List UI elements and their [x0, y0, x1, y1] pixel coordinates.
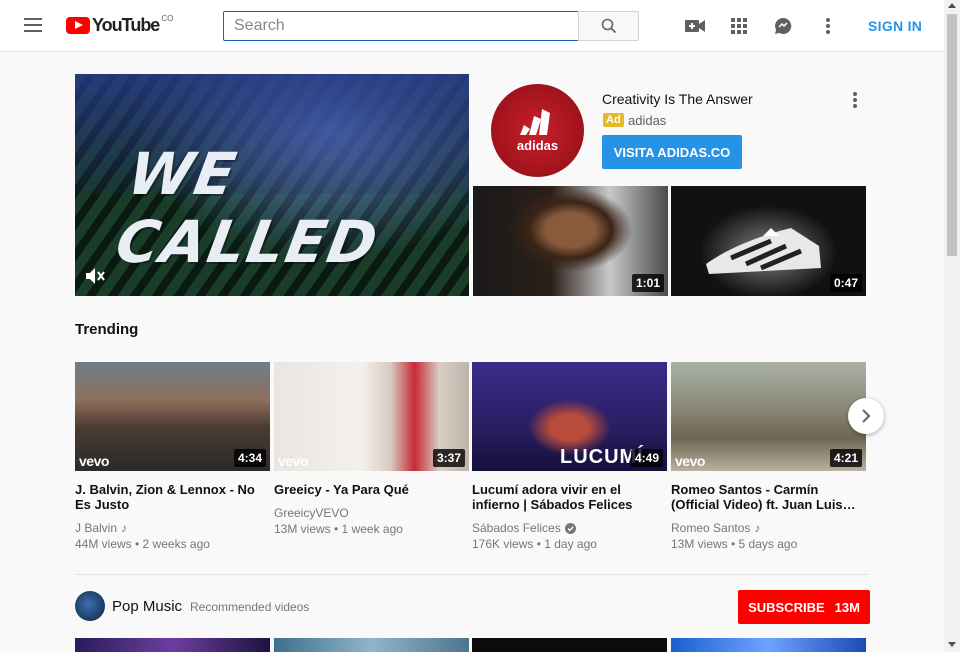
mute-icon[interactable]	[85, 267, 105, 285]
ad-advertiser-name[interactable]: adidas	[628, 113, 666, 128]
adidas-logo-icon	[519, 108, 550, 135]
video-duration: 4:49	[630, 449, 663, 467]
search-input[interactable]	[223, 11, 579, 41]
search-button[interactable]	[578, 11, 639, 41]
channel-name[interactable]: J Balvin ♪	[75, 521, 270, 535]
video-duration: 0:47	[829, 274, 862, 292]
ad-cta-button[interactable]: VISITA ADIDAS.CO	[602, 135, 742, 169]
shelf-title[interactable]: Pop Music	[112, 598, 182, 615]
ad-thumbnail-1[interactable]: 1:01	[473, 186, 668, 296]
ad-more-icon[interactable]	[852, 92, 858, 108]
channel-name[interactable]: Romeo Santos ♪	[671, 521, 866, 535]
video-thumbnail[interactable]	[274, 638, 469, 652]
vevo-logo: vevo	[278, 453, 308, 469]
menu-icon[interactable]	[24, 18, 42, 32]
video-title[interactable]: J. Balvin, Zion & Lennox - No Es Justo	[75, 482, 270, 512]
logo-country-code: CO	[161, 14, 174, 23]
video-card[interactable]: LUCUMÍ 4:49 Lucumí adora vivir en el inf…	[472, 362, 667, 551]
music-note-icon: ♪	[121, 521, 128, 535]
logo-text: YouTube	[92, 15, 160, 35]
youtube-play-icon	[66, 17, 90, 34]
vevo-logo: vevo	[675, 453, 705, 469]
subscribe-button[interactable]: SUBSCRIBE 13M	[738, 590, 870, 624]
scroll-down-arrow[interactable]	[948, 642, 956, 647]
advertiser-logo[interactable]: adidas	[491, 84, 584, 177]
hero-video-text: WE CALLED	[111, 140, 385, 276]
video-meta: 13M views • 1 week ago	[274, 522, 403, 536]
channel-name-text: GreeicyVEVO	[274, 506, 349, 520]
shelf-subtitle: Recommended videos	[190, 600, 310, 614]
video-meta: 13M views • 5 days ago	[671, 537, 798, 551]
video-title[interactable]: Greeicy - Ya Para Qué	[274, 482, 469, 497]
video-thumbnail[interactable]: vevo 4:21	[671, 362, 866, 471]
video-title[interactable]: Lucumí adora vivir en el infierno | Sába…	[472, 482, 667, 512]
scroll-up-arrow[interactable]	[948, 3, 956, 8]
video-meta: 176K views • 1 day ago	[472, 537, 597, 551]
video-duration: 4:21	[829, 449, 862, 467]
scroll-thumb[interactable]	[947, 14, 957, 256]
video-card[interactable]: vevo 4:21 Romeo Santos - Carmín (Officia…	[671, 362, 866, 551]
messages-icon[interactable]	[772, 15, 794, 37]
channel-name[interactable]: Sábados Felices	[472, 521, 667, 535]
video-thumbnail[interactable]: vevo 3:37	[274, 362, 469, 471]
channel-name-text: Sábados Felices	[472, 521, 561, 535]
shelf-next-button[interactable]	[848, 398, 884, 434]
video-thumbnail[interactable]	[75, 638, 270, 652]
channel-avatar[interactable]	[75, 591, 105, 621]
scrollbar[interactable]	[944, 0, 960, 652]
ad-badge: Ad	[603, 113, 624, 127]
apps-icon[interactable]	[728, 15, 750, 37]
video-card[interactable]: vevo 4:34 J. Balvin, Zion & Lennox - No …	[75, 362, 270, 551]
youtube-logo[interactable]: YouTube CO	[66, 14, 174, 36]
channel-name-text: J Balvin	[75, 521, 118, 535]
search-icon	[601, 18, 616, 34]
upload-video-icon[interactable]	[684, 15, 706, 37]
video-duration: 1:01	[631, 274, 664, 292]
video-duration: 3:37	[432, 449, 465, 467]
verified-icon	[564, 522, 576, 534]
more-icon[interactable]	[817, 15, 839, 37]
subscriber-count: 13M	[834, 599, 860, 615]
adidas-logo-text: adidas	[516, 137, 559, 153]
music-note-icon: ♪	[754, 521, 761, 535]
video-card[interactable]: vevo 3:37 Greeicy - Ya Para Qué GreeicyV…	[274, 362, 469, 536]
ad-video-player[interactable]: WE CALLED	[75, 74, 469, 296]
ad-title[interactable]: Creativity Is The Answer	[602, 91, 753, 107]
vevo-logo: vevo	[79, 453, 109, 469]
channel-name[interactable]: GreeicyVEVO	[274, 506, 469, 520]
video-meta: 44M views • 2 weeks ago	[75, 537, 210, 551]
video-thumbnail[interactable]: LUCUMÍ 4:49	[472, 362, 667, 471]
trending-title[interactable]: Trending	[75, 321, 138, 338]
channel-name-text: Romeo Santos	[671, 521, 751, 535]
masthead: YouTube CO SIGN IN	[0, 0, 944, 52]
sign-in-button[interactable]: SIGN IN	[868, 18, 922, 34]
video-thumbnail[interactable]: vevo 4:34	[75, 362, 270, 471]
video-thumbnail[interactable]	[472, 638, 667, 652]
subscribe-label: SUBSCRIBE	[748, 599, 825, 615]
video-duration: 4:34	[233, 449, 266, 467]
video-thumbnail[interactable]	[671, 638, 866, 652]
section-divider	[75, 574, 869, 575]
ad-thumbnail-2[interactable]: 0:47	[671, 186, 866, 296]
video-title[interactable]: Romeo Santos - Carmín (Official Video) f…	[671, 482, 866, 512]
chevron-right-icon	[862, 409, 871, 423]
